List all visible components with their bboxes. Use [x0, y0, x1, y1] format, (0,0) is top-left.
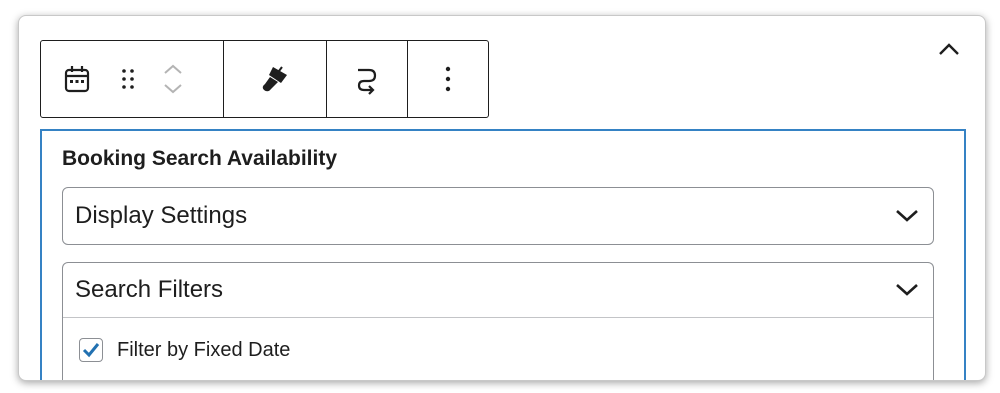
calendar-icon[interactable]: [63, 64, 91, 94]
block-toolbar-group-style: [224, 41, 327, 117]
section-label: Search Filters: [75, 276, 224, 303]
drag-handle-icon[interactable]: [119, 67, 137, 91]
block-title: Booking Search Availability: [62, 147, 338, 170]
block-toolbar-group-main: [41, 41, 225, 117]
editor-frame: Booking Search Availability Display Sett…: [18, 15, 986, 381]
section-label: Display Settings: [75, 201, 248, 229]
block-movers: [163, 63, 183, 95]
collapse-chevron-up-icon[interactable]: [938, 42, 960, 56]
more-vertical-icon[interactable]: [444, 65, 452, 93]
option-filter-fixed-date: Filter by Fixed Date: [63, 318, 933, 362]
section-search-filters-header[interactable]: Search Filters: [63, 263, 933, 318]
option-label: Filter by Fixed Date: [117, 338, 291, 361]
checkmark-icon: [82, 343, 100, 358]
block-toolbar-group-more: [408, 41, 488, 117]
section-display-settings[interactable]: Display Settings: [62, 187, 934, 245]
chevron-down-icon: [895, 209, 919, 223]
section-search-filters[interactable]: Search Filters Filter by Fixed Date: [62, 262, 934, 380]
loop-arrow-icon[interactable]: [352, 63, 382, 95]
block-toolbar: [40, 40, 489, 118]
move-up-button[interactable]: [163, 63, 183, 75]
filter-fixed-date-checkbox[interactable]: [79, 338, 103, 362]
block-toolbar-group-transform: [327, 41, 409, 117]
section-display-settings-header[interactable]: Display Settings: [63, 188, 933, 243]
chevron-down-icon: [895, 283, 919, 297]
block-settings-panel: Booking Search Availability Display Sett…: [40, 129, 966, 380]
move-down-button[interactable]: [163, 83, 183, 95]
paintbrush-icon[interactable]: [259, 63, 291, 95]
